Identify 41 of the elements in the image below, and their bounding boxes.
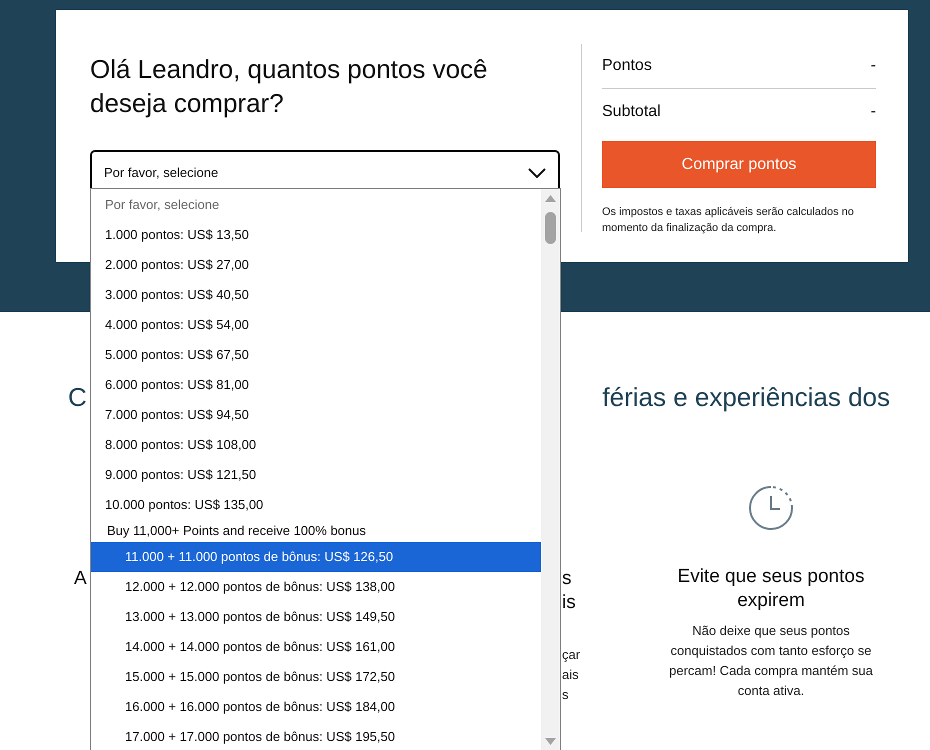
dropdown-option[interactable]: 13.000 + 13.000 pontos de bônus: US$ 149,50 xyxy=(91,602,541,632)
feature-text: çar xyxy=(562,646,580,664)
dropdown-option[interactable]: 17.000 + 17.000 pontos de bônus: US$ 195,50 xyxy=(91,722,541,750)
dropdown-option[interactable]: 16.000 + 16.000 pontos de bônus: US$ 184,00 xyxy=(91,692,541,722)
dropdown-option[interactable]: 3.000 pontos: US$ 40,50 xyxy=(91,280,541,310)
dropdown-option[interactable]: 7.000 pontos: US$ 94,50 xyxy=(91,400,541,430)
dropdown-option[interactable]: 10.000 pontos: US$ 135,00 xyxy=(91,490,541,520)
chevron-icon xyxy=(528,168,546,178)
feature-text: Não deixe que seus pontos conquistados com tanto esforço se percam! Cada compra mantém sua conta ativa. xyxy=(668,622,874,700)
scroll-down-icon[interactable] xyxy=(545,738,556,745)
tax-note: Os impostos e taxas aplicáveis serão calculados no momento da finalização da compra. xyxy=(602,205,855,236)
dropdown-option[interactable]: 2.000 pontos: US$ 27,00 xyxy=(91,250,541,280)
dropdown-option[interactable]: 12.000 + 12.000 pontos de bônus: US$ 138,00 xyxy=(91,572,541,602)
scroll-thumb[interactable] xyxy=(545,212,556,244)
dropdown-option[interactable]: 4.000 pontos: US$ 54,00 xyxy=(91,310,541,340)
summary-value: - xyxy=(870,56,876,76)
buy-points-button[interactable]: Comprar pontos xyxy=(602,141,876,188)
summary-label: Subtotal xyxy=(602,102,661,122)
feature-title: s xyxy=(562,567,572,591)
dropdown-option[interactable]: 1.000 pontos: US$ 13,50 xyxy=(91,220,541,250)
dropdown-option[interactable]: 8.000 pontos: US$ 108,00 xyxy=(91,430,541,460)
dropdown-option[interactable]: 6.000 pontos: US$ 81,00 xyxy=(91,370,541,400)
scrollbar[interactable] xyxy=(541,189,560,750)
dropdown-option[interactable]: 15.000 + 15.000 pontos de bônus: US$ 172,50 xyxy=(91,662,541,692)
dropdown-option[interactable]: 5.000 pontos: US$ 67,50 xyxy=(91,340,541,370)
section-heading: férias e experiências dos xyxy=(602,381,890,414)
section-heading: C xyxy=(68,381,87,414)
dropdown-option[interactable]: 14.000 + 14.000 pontos de bônus: US$ 161,00 xyxy=(91,632,541,662)
summary-label: Pontos xyxy=(602,56,652,76)
dropdown-option[interactable]: 9.000 pontos: US$ 121,50 xyxy=(91,460,541,490)
feature-text: ais xyxy=(562,666,580,684)
feature-text: s xyxy=(562,686,570,704)
summary-value: - xyxy=(870,102,876,122)
feature-title: Evite que seus pontos expirem xyxy=(676,565,866,613)
feature-title: is xyxy=(562,591,576,615)
greeting-heading: Olá Leandro, quantos pontos você deseja comprar? xyxy=(90,53,489,120)
clock-icon xyxy=(747,484,795,532)
dropdown-option[interactable]: 11.000 + 11.000 pontos de bônus: US$ 126,50 xyxy=(91,542,541,572)
scroll-up-icon[interactable] xyxy=(545,195,556,202)
feature-title: A xyxy=(74,567,87,591)
option-group-label: Buy 11,000+ Points and receive 100% bonus xyxy=(106,522,367,540)
